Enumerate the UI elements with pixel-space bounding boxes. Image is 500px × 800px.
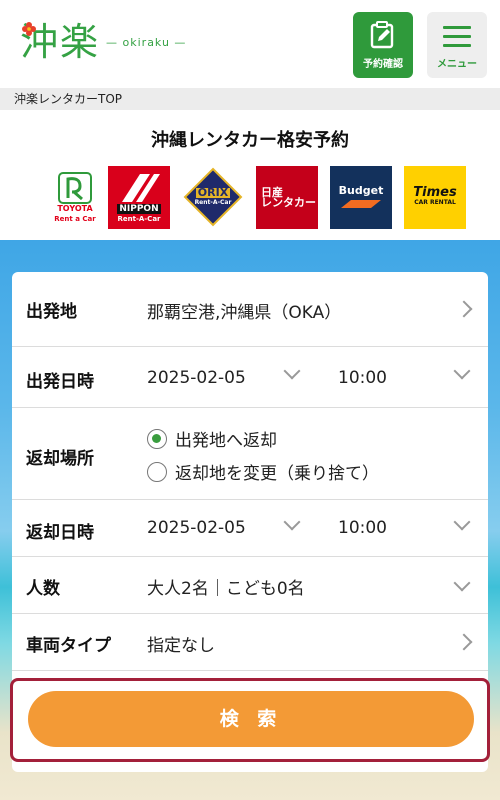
reservation-check-label: 予約確認 bbox=[363, 59, 403, 70]
times-sub: CAR RENTAL bbox=[414, 198, 456, 206]
nippon-stripes-icon bbox=[122, 173, 160, 202]
toyota-name: TOYOTA bbox=[57, 203, 93, 213]
nissan-sub: レンタカー bbox=[261, 195, 316, 209]
departure-row[interactable]: 出発地 那覇空港,沖縄県（OKA） bbox=[12, 272, 488, 347]
logo-subtext: — okiraku — bbox=[106, 35, 187, 49]
departure-datetime-label: 出発日時 bbox=[26, 372, 94, 392]
nippon-name: NIPPON bbox=[117, 203, 161, 214]
header: 沖楽 — okiraku — 予約確認 メニュー bbox=[0, 0, 500, 88]
nippon-sub: Rent-A-Car bbox=[117, 214, 161, 223]
clipboard-edit-icon bbox=[370, 21, 394, 49]
toyota-mark-icon bbox=[58, 171, 92, 204]
page-title: 沖縄レンタカー格安予約 bbox=[151, 130, 349, 151]
return-datetime-row: 返却日時 2025-02-05 10:00 bbox=[12, 500, 488, 557]
toyota-logo: TOYOTA Rent a Car bbox=[44, 166, 106, 229]
return-change-label: 返却地を変更（乗り捨て） bbox=[175, 464, 379, 484]
return-place-label: 返却場所 bbox=[26, 449, 94, 469]
return-date-select[interactable]: 2025-02-05 bbox=[147, 518, 246, 538]
menu-label: メニュー bbox=[437, 59, 477, 70]
orix-logo: ORIX Rent-A-Car bbox=[182, 166, 244, 229]
return-datetime-label: 返却日時 bbox=[26, 523, 94, 543]
people-value: 大人2名｜こども0名 bbox=[147, 579, 305, 599]
chevron-down-icon bbox=[453, 574, 471, 592]
car-type-value: 指定なし bbox=[147, 636, 215, 656]
reservation-check-button[interactable]: 予約確認 bbox=[353, 12, 413, 78]
departure-value: 那覇空港,沖縄県（OKA） bbox=[147, 303, 342, 323]
hibiscus-icon bbox=[22, 22, 36, 36]
departure-date-select[interactable]: 2025-02-05 bbox=[147, 368, 246, 388]
return-time-select[interactable]: 10:00 bbox=[338, 518, 387, 538]
chevron-right-icon bbox=[455, 300, 473, 318]
return-place-row: 返却場所 出発地へ返却 返却地を変更（乗り捨て） bbox=[12, 408, 488, 500]
car-type-label: 車両タイプ bbox=[26, 636, 111, 656]
budget-logo: Budget bbox=[330, 166, 392, 229]
search-button-highlight: 検 索 bbox=[10, 678, 490, 762]
times-logo: Times CAR RENTAL bbox=[404, 166, 466, 229]
orix-sub: Rent-A-Car bbox=[194, 198, 232, 206]
return-same-label: 出発地へ返却 bbox=[175, 431, 277, 451]
site-logo[interactable]: 沖楽 — okiraku — bbox=[16, 14, 186, 70]
departure-time-select[interactable]: 10:00 bbox=[338, 368, 387, 388]
chevron-down-icon bbox=[453, 362, 471, 380]
car-type-row[interactable]: 車両タイプ 指定なし bbox=[12, 614, 488, 671]
people-row[interactable]: 人数 大人2名｜こども0名 bbox=[12, 557, 488, 614]
radio-unselected-icon bbox=[147, 461, 167, 482]
hamburger-icon bbox=[443, 26, 471, 53]
chevron-down-icon bbox=[283, 362, 301, 380]
rental-company-logos: TOYOTA Rent a Car NIPPON Rent-A-Car ORIX… bbox=[44, 166, 468, 230]
people-label: 人数 bbox=[26, 579, 60, 599]
chevron-right-icon bbox=[455, 633, 473, 651]
times-name: Times bbox=[413, 184, 457, 200]
search-button[interactable]: 検 索 bbox=[28, 691, 474, 747]
chevron-down-icon bbox=[453, 513, 471, 531]
return-change-radio[interactable]: 返却地を変更（乗り捨て） bbox=[147, 459, 379, 484]
breadcrumb[interactable]: 沖楽レンタカーTOP bbox=[0, 88, 500, 110]
budget-swoosh-icon bbox=[341, 199, 381, 208]
departure-label: 出発地 bbox=[26, 302, 77, 322]
menu-button[interactable]: メニュー bbox=[427, 12, 487, 78]
toyota-sub: Rent a Car bbox=[54, 214, 96, 223]
chevron-down-icon bbox=[283, 513, 301, 531]
nissan-logo: 日産 レンタカー bbox=[256, 166, 318, 229]
radio-selected-icon bbox=[147, 428, 167, 449]
nippon-logo: NIPPON Rent-A-Car bbox=[108, 166, 170, 229]
return-same-radio[interactable]: 出発地へ返却 bbox=[147, 426, 277, 451]
departure-datetime-row: 出発日時 2025-02-05 10:00 bbox=[12, 347, 488, 408]
budget-name: Budget bbox=[338, 183, 384, 197]
orix-name: ORIX bbox=[195, 185, 231, 199]
